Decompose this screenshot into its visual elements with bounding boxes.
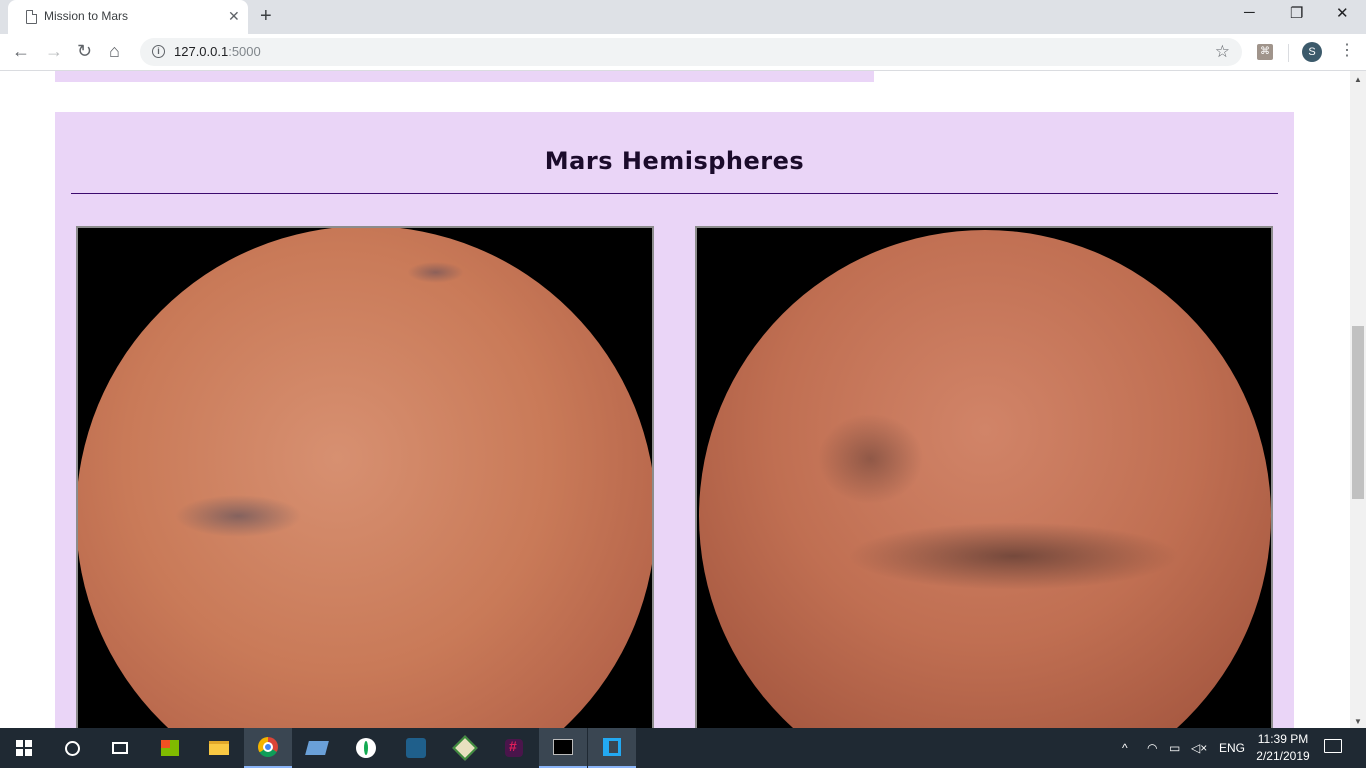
browser-toolbar: ← → ↻ ⌂ i 127.0.0.1:5000 ☆ ⌘ S ⋮ <box>0 34 1366 71</box>
new-tab-button[interactable]: + <box>260 5 272 27</box>
volume-muted-icon[interactable]: ◁× <box>1191 728 1207 768</box>
taskbar-slack[interactable] <box>490 728 538 768</box>
browser-tab[interactable]: Mission to Mars ✕ <box>8 0 248 34</box>
url-text[interactable]: 127.0.0.1:5000 <box>174 44 261 59</box>
terminal-icon <box>553 739 573 755</box>
address-bar[interactable]: i 127.0.0.1:5000 ☆ <box>140 38 1242 66</box>
mars-hemisphere-image <box>699 230 1271 728</box>
reload-icon[interactable]: ↻ <box>77 40 92 62</box>
taskbar-git[interactable] <box>441 728 489 768</box>
home-icon[interactable]: ⌂ <box>109 40 120 62</box>
computer-icon <box>305 741 329 755</box>
chrome-icon <box>258 737 278 757</box>
language-indicator[interactable]: ENG <box>1219 728 1245 768</box>
mysql-workbench-icon <box>406 738 426 758</box>
taskbar-file-explorer[interactable] <box>195 728 243 768</box>
title-divider <box>71 193 1278 194</box>
back-arrow-icon[interactable]: ← <box>12 40 30 62</box>
vscode-icon <box>603 738 621 756</box>
close-window-button[interactable]: ✕ <box>1336 4 1349 22</box>
url-host: 127.0.0.1 <box>174 44 229 59</box>
site-info-icon[interactable]: i <box>152 45 165 58</box>
start-button[interactable] <box>0 728 48 768</box>
hemisphere-card[interactable] <box>76 226 654 728</box>
taskbar-store[interactable] <box>146 728 194 768</box>
store-icon <box>161 740 179 756</box>
git-icon <box>452 735 478 761</box>
taskbar-this-pc[interactable] <box>293 728 341 768</box>
browser-tab-strip: Mission to Mars ✕ + ─ ❐ ✕ <box>0 0 1366 34</box>
pdf-extension-icon[interactable]: ⌘ <box>1257 44 1273 60</box>
mongodb-icon <box>356 738 376 758</box>
profile-avatar[interactable]: S <box>1302 42 1322 62</box>
taskbar-vscode[interactable] <box>588 728 636 768</box>
tab-title: Mission to Mars <box>44 9 129 23</box>
system-clock[interactable]: 11:39 PM 2/21/2019 <box>1250 731 1316 765</box>
page-icon <box>26 10 37 24</box>
close-tab-icon[interactable]: ✕ <box>228 8 240 24</box>
folder-icon <box>209 741 229 755</box>
scroll-down-arrow-icon[interactable]: ▼ <box>1354 717 1362 726</box>
section-title: Mars Hemispheres <box>544 147 805 175</box>
forward-arrow-icon[interactable]: → <box>45 40 63 62</box>
toolbar-separator <box>1288 44 1289 62</box>
scroll-up-arrow-icon[interactable]: ▲ <box>1354 75 1362 84</box>
mars-hemisphere-image <box>78 228 652 728</box>
page-viewport: Mars Hemispheres <box>0 71 1350 728</box>
hemisphere-card[interactable] <box>695 226 1273 728</box>
cortana-icon <box>64 740 80 756</box>
vertical-scrollbar[interactable]: ▲ ▼ <box>1350 71 1366 728</box>
windows-taskbar: ^ ◠ ▭ ◁× ENG 11:39 PM 2/21/2019 <box>0 728 1366 768</box>
hemispheres-section: Mars Hemispheres <box>55 112 1294 728</box>
bookmark-star-icon[interactable]: ☆ <box>1215 42 1230 62</box>
taskbar-mongodb[interactable] <box>342 728 390 768</box>
previous-section-bottom <box>55 71 874 82</box>
wifi-icon[interactable]: ◠ <box>1147 728 1157 768</box>
clock-time: 11:39 PM <box>1257 732 1309 746</box>
menu-kebab-icon[interactable]: ⋮ <box>1339 40 1355 62</box>
scroll-thumb[interactable] <box>1352 326 1364 499</box>
taskbar-chrome[interactable] <box>244 728 292 768</box>
task-view-button[interactable] <box>96 728 144 768</box>
maximize-button[interactable]: ❐ <box>1290 4 1303 22</box>
taskbar-mysql[interactable] <box>392 728 440 768</box>
battery-icon[interactable]: ▭ <box>1169 728 1180 768</box>
action-center-icon[interactable] <box>1324 739 1342 753</box>
clock-date: 2/21/2019 <box>1256 749 1310 763</box>
windows-logo-icon <box>16 740 32 756</box>
task-view-icon <box>112 742 128 754</box>
cortana-button[interactable] <box>48 728 96 768</box>
url-port: :5000 <box>228 44 261 59</box>
show-hidden-icons-chevron-icon[interactable]: ^ <box>1122 728 1128 768</box>
taskbar-command-prompt[interactable] <box>539 728 587 768</box>
minimize-button[interactable]: ─ <box>1244 4 1255 21</box>
slack-icon <box>505 738 523 757</box>
